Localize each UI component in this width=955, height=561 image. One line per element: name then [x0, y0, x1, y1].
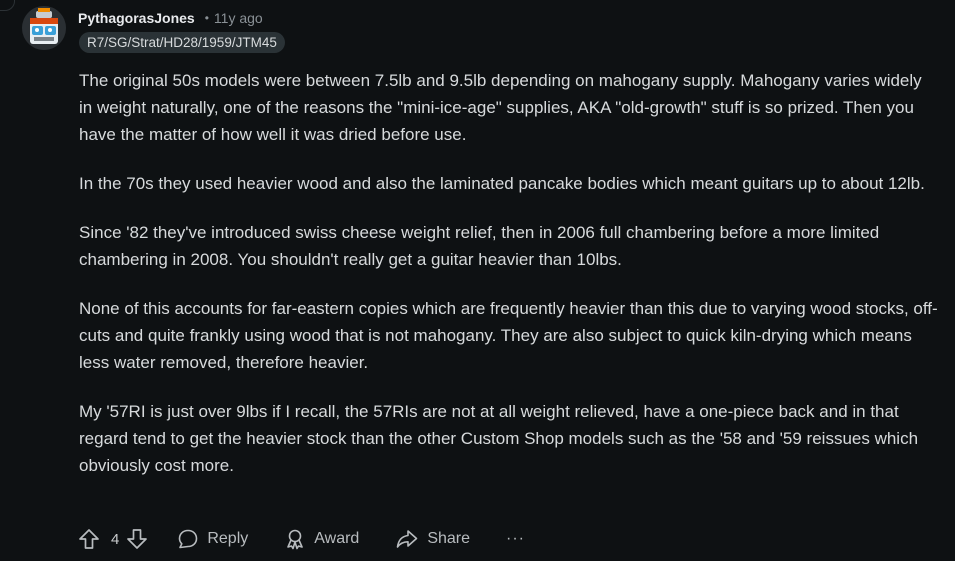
comment-body: The original 50s models were between 7.5… [79, 67, 939, 501]
share-button[interactable]: Share [395, 528, 470, 550]
reply-button[interactable]: Reply [177, 528, 248, 550]
share-arrow-icon [397, 530, 418, 548]
timestamp[interactable]: 11y ago [214, 10, 263, 26]
comment-paragraph: My '57RI is just over 9lbs if I recall, … [79, 402, 919, 475]
award-label: Award [314, 530, 360, 547]
more-options-button[interactable]: ··· [506, 530, 525, 548]
ellipsis-icon: ··· [506, 530, 525, 547]
comment-paragraph: None of this accounts for far-eastern co… [79, 299, 938, 372]
upvote-icon [79, 529, 99, 549]
separator-dot: • [204, 11, 209, 25]
comment-bubble-icon [179, 529, 198, 549]
comment-paragraph: Since '82 they've introduced swiss chees… [79, 223, 880, 269]
username[interactable]: PythagorasJones [78, 10, 195, 26]
reply-label: Reply [207, 530, 249, 547]
comment-header: PythagorasJones • 11y ago [78, 9, 263, 27]
award-button[interactable]: Award [284, 528, 359, 550]
comment-action-bar: 4 Reply Award Share ··· [77, 526, 525, 552]
user-flair: R7/SG/Strat/HD28/1959/JTM45 [79, 32, 285, 53]
comment-paragraph: The original 50s models were between 7.5… [79, 71, 922, 144]
downvote-button[interactable] [125, 527, 149, 551]
avatar-image [22, 6, 66, 50]
upvote-button[interactable] [77, 527, 101, 551]
thread-line [0, 0, 15, 11]
comment-paragraph: In the 70s they used heavier wood and al… [79, 174, 925, 193]
downvote-icon [127, 529, 148, 549]
avatar[interactable] [22, 6, 66, 50]
award-icon [287, 529, 304, 550]
vote-count: 4 [111, 530, 120, 548]
share-label: Share [427, 530, 471, 547]
